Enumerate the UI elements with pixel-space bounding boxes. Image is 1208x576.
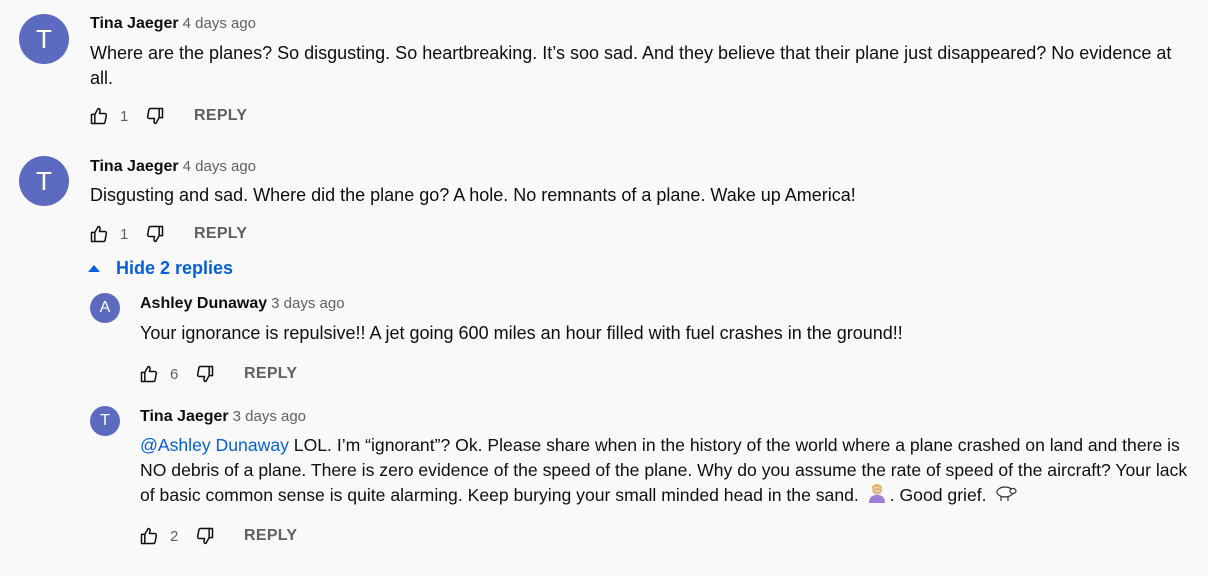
reply-author[interactable]: Tina Jaeger 3 days ago bbox=[140, 408, 306, 426]
like-count: 2 bbox=[170, 527, 179, 545]
reply-button[interactable]: REPLY bbox=[244, 365, 297, 383]
reply-text-tail: . Good grief. bbox=[889, 485, 987, 506]
comment-author[interactable]: Tina Jaeger 4 days ago bbox=[90, 158, 256, 176]
sheep-icon bbox=[993, 484, 1018, 509]
author-name[interactable]: Tina Jaeger bbox=[90, 15, 179, 32]
reply-text: Your ignorance is repulsive!! A jet goin… bbox=[140, 323, 903, 343]
reply-button[interactable]: REPLY bbox=[244, 527, 297, 545]
thumbs-up-icon[interactable] bbox=[88, 223, 110, 245]
thumbs-up-icon[interactable] bbox=[138, 525, 160, 547]
thumbs-down-icon[interactable] bbox=[144, 223, 166, 245]
like-count: 6 bbox=[170, 365, 179, 383]
avatar[interactable]: A bbox=[90, 293, 120, 323]
comment-actions: 1 REPLY bbox=[88, 104, 247, 128]
like-count: 1 bbox=[120, 107, 129, 125]
thumbs-down-icon[interactable] bbox=[194, 363, 216, 385]
author-name[interactable]: Ashley Dunaway bbox=[140, 295, 267, 312]
author-name[interactable]: Tina Jaeger bbox=[140, 408, 229, 425]
comment-timestamp[interactable]: 4 days ago bbox=[183, 158, 256, 175]
reply-timestamp[interactable]: 3 days ago bbox=[271, 295, 344, 312]
comment-text: Where are the planes? So disgusting. So … bbox=[90, 43, 1172, 88]
reply-text: @Ashley Dunaway LOL. I’m “ignorant”? Ok.… bbox=[140, 433, 1202, 510]
thumbs-down-icon[interactable] bbox=[144, 105, 166, 127]
comment-text: Disgusting and sad. Where did the plane … bbox=[90, 185, 856, 205]
caret-up-icon bbox=[88, 265, 100, 272]
avatar[interactable]: T bbox=[90, 406, 120, 436]
person-facepalming-icon bbox=[866, 483, 888, 510]
reply-button[interactable]: REPLY bbox=[194, 225, 247, 243]
reply-author[interactable]: Ashley Dunaway 3 days ago bbox=[140, 295, 345, 313]
reply-timestamp[interactable]: 3 days ago bbox=[233, 408, 306, 425]
reply-actions: 6 REPLY bbox=[138, 362, 297, 386]
author-name[interactable]: Tina Jaeger bbox=[90, 158, 179, 175]
avatar[interactable]: T bbox=[19, 156, 69, 206]
avatar[interactable]: T bbox=[19, 14, 69, 64]
reply-actions: 2 REPLY bbox=[138, 524, 297, 548]
thumbs-down-icon[interactable] bbox=[194, 525, 216, 547]
mention-link[interactable]: @Ashley Dunaway bbox=[140, 435, 289, 455]
reply-button[interactable]: REPLY bbox=[194, 107, 247, 125]
comment-author[interactable]: Tina Jaeger 4 days ago bbox=[90, 15, 256, 33]
hide-replies-label: Hide 2 replies bbox=[116, 258, 234, 278]
reply-text-body: LOL. I’m “ignorant”? Ok. Please share wh… bbox=[140, 435, 1188, 506]
hide-replies-button[interactable]: Hide 2 replies bbox=[88, 258, 233, 279]
thumbs-up-icon[interactable] bbox=[88, 105, 110, 127]
thumbs-up-icon[interactable] bbox=[138, 363, 160, 385]
like-count: 1 bbox=[120, 225, 129, 243]
comment-actions: 1 REPLY bbox=[88, 222, 247, 246]
comment-timestamp[interactable]: 4 days ago bbox=[183, 15, 256, 32]
